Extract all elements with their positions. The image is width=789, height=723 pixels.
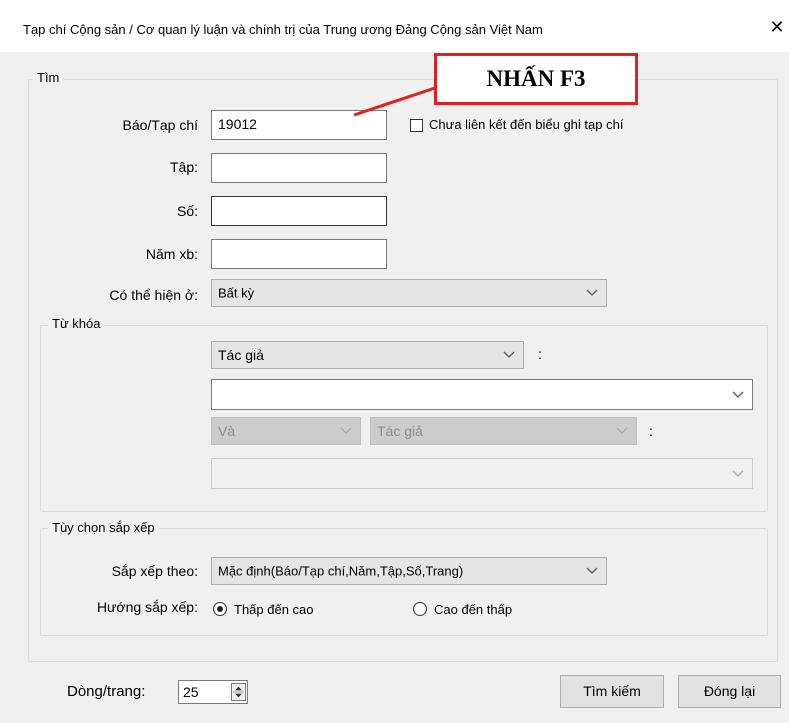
chevron-down-icon — [503, 351, 515, 358]
spinner-arrows-icon — [232, 686, 245, 698]
keyword-field1-select[interactable]: Tác giả — [211, 341, 524, 369]
search-button[interactable]: Tìm kiếm — [560, 675, 664, 708]
rows-per-page-value: 25 — [183, 684, 199, 700]
rows-per-page-label: Dòng/trang: — [67, 683, 146, 700]
keyword-field1-colon: : — [538, 346, 542, 362]
location-label: Có thể hiện ở: — [109, 287, 198, 303]
issue-input[interactable] — [211, 196, 387, 226]
callout-arrow — [353, 86, 436, 117]
year-input[interactable] — [211, 239, 387, 269]
chevron-down-icon — [340, 427, 352, 434]
chevron-down-icon — [586, 567, 598, 574]
keyword-field2-value: Tác giả — [377, 423, 423, 439]
keyword-operator-select[interactable]: Và — [211, 417, 361, 445]
sort-by-label: Sắp xếp theo: — [111, 563, 198, 579]
asc-radio-label[interactable]: Thấp đến cao — [234, 602, 314, 617]
sort-by-select[interactable]: Mặc định(Báo/Tạp chí,Năm,Tập,Số,Trang) — [211, 557, 607, 585]
issue-label: Số: — [176, 203, 198, 219]
journal-label: Báo/Tạp chí — [122, 117, 199, 133]
location-select-value: Bất kỳ — [218, 285, 255, 301]
unlinked-checkbox-label[interactable]: Chưa liên kết đến biểu ghi tạp chí — [429, 117, 623, 132]
sort-by-value: Mặc định(Báo/Tạp chí,Năm,Tập,Số,Trang) — [218, 563, 464, 579]
year-label: Năm xb: — [145, 246, 198, 262]
title-bar: Tạp chí Cộng sản / Cơ quan lý luận và ch… — [0, 0, 789, 52]
location-select[interactable]: Bất kỳ — [211, 279, 607, 307]
chevron-down-icon — [732, 470, 744, 477]
keyword-term2-combo[interactable] — [211, 458, 753, 489]
rows-spinner[interactable] — [231, 683, 246, 701]
desc-radio-label[interactable]: Cao đến thấp — [434, 602, 512, 617]
direction-label: Hướng sắp xếp: — [96, 599, 198, 615]
keyword-field1-value: Tác giả — [218, 347, 264, 363]
sort-group-caption: Tùy chọn sắp xếp — [48, 520, 159, 535]
chevron-down-icon — [586, 289, 598, 296]
callout-box: NHẤN F3 — [434, 53, 638, 105]
journal-input-value: 19012 — [218, 116, 257, 132]
keyword-operator-value: Và — [218, 423, 236, 439]
keyword-term1-combo[interactable] — [211, 379, 753, 410]
unlinked-checkbox[interactable] — [410, 119, 423, 132]
search-group-caption: Tìm — [33, 70, 64, 85]
keyword-group-caption: Từ khóa — [48, 316, 105, 331]
chevron-down-icon — [616, 427, 628, 434]
keyword-field2-colon: : — [649, 423, 653, 439]
keyword-field2-select[interactable]: Tác giả — [370, 417, 637, 445]
asc-radio[interactable] — [213, 602, 227, 616]
window-title: Tạp chí Cộng sản / Cơ quan lý luận và ch… — [23, 22, 543, 37]
radio-selected-dot — [217, 606, 223, 612]
close-button[interactable]: Đóng lại — [678, 675, 781, 708]
volume-input[interactable] — [211, 153, 387, 183]
close-icon[interactable]: ✕ — [768, 16, 786, 38]
volume-label: Tập: — [169, 159, 198, 175]
desc-radio[interactable] — [413, 602, 427, 616]
chevron-down-icon — [732, 391, 744, 398]
